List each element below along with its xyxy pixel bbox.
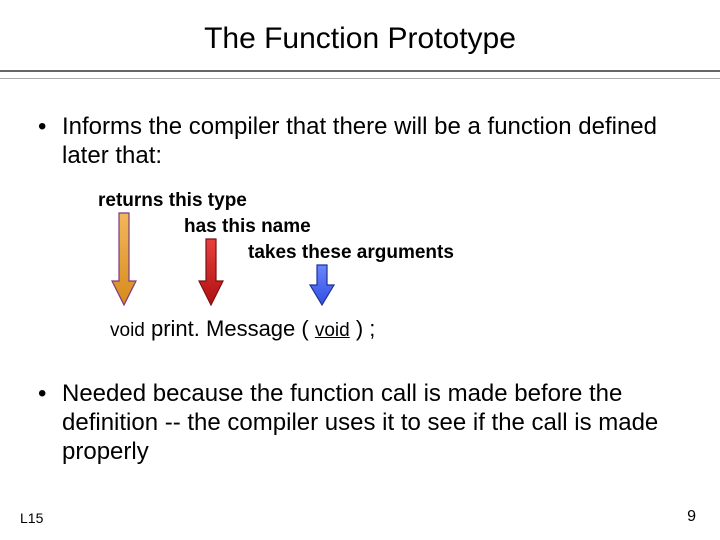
slide: The Function Prototype Informs the compi… (0, 0, 720, 540)
arrow-returns-type (112, 213, 136, 305)
label-takes-arguments: takes these arguments (248, 242, 454, 264)
title-divider (0, 70, 720, 79)
page-title: The Function Prototype (0, 0, 720, 70)
code-function-name: print. Message (151, 316, 295, 341)
code-prototype: void print. Message ( void ) ; (110, 316, 375, 342)
arrow-takes-arguments (310, 265, 334, 305)
bullet-2-text: Needed because the function call is made… (62, 380, 658, 465)
label-has-name: has this name (184, 216, 311, 238)
code-return-keyword: void (110, 320, 145, 341)
bullet-1-text: Informs the compiler that there will be … (62, 113, 657, 169)
code-paren-open: ( (301, 316, 308, 341)
bullet-1: Informs the compiler that there will be … (38, 113, 662, 171)
bullet-2: Needed because the function call is made… (38, 380, 682, 466)
code-paren-close: ) ; (356, 316, 376, 341)
code-argument: void (315, 320, 350, 341)
footer-left: L15 (20, 510, 43, 526)
footer-right: 9 (687, 508, 696, 526)
label-returns-type: returns this type (98, 190, 247, 212)
arrow-has-name (199, 239, 223, 305)
